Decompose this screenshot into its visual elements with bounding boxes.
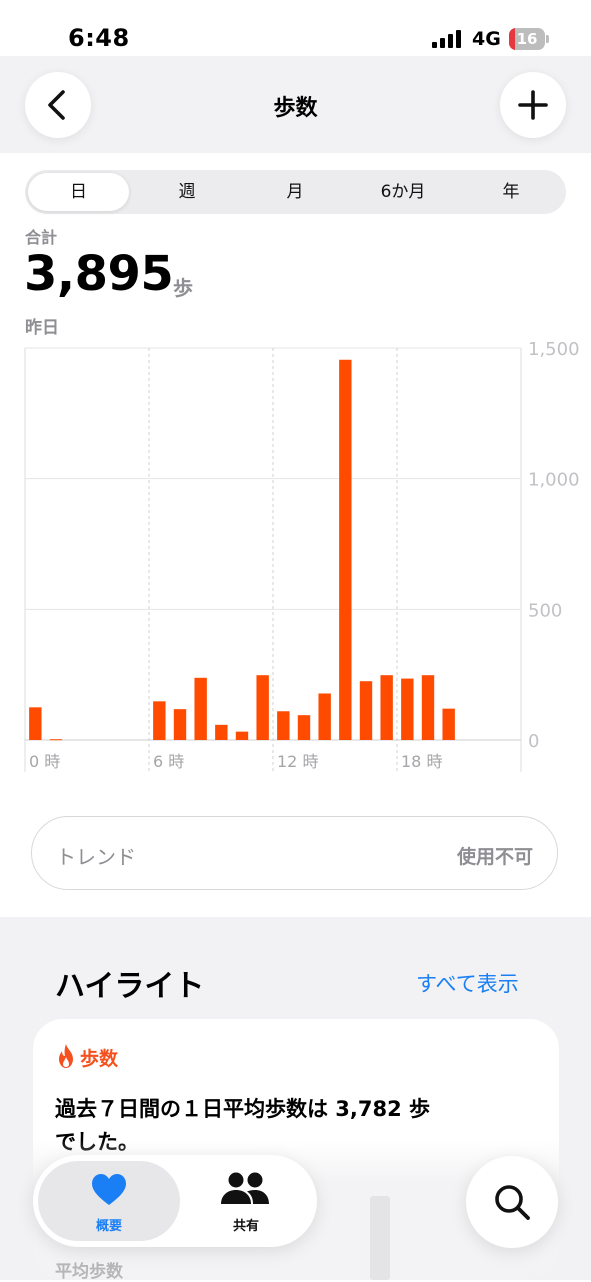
time-range-segmented-control: 日 週 月 6か月 年 (25, 170, 566, 214)
chart-bar[interactable] (339, 359, 352, 740)
highlight-mini-bar (370, 1196, 390, 1280)
y-tick-label: 1,000 (528, 470, 580, 491)
chart-bar[interactable] (277, 711, 290, 740)
chart-bar[interactable] (442, 708, 455, 740)
tab-overview-label: 概要 (95, 1219, 122, 1234)
chart-bar[interactable] (153, 701, 166, 740)
chart-bar[interactable] (235, 731, 249, 740)
flame-icon (59, 1044, 73, 1068)
chart-bar[interactable] (49, 739, 63, 741)
status-time: 6:48 (68, 24, 130, 52)
network-type: 4G (472, 28, 501, 50)
tab-overview[interactable]: 概要 (38, 1161, 180, 1241)
x-tick-label: 6 時 (153, 752, 184, 771)
total-label: 合計 (25, 228, 58, 247)
highlight-footer-label: 平均歩数 (55, 1262, 123, 1282)
add-data-button[interactable] (500, 72, 566, 138)
total-steps-value: 3,895 (24, 246, 174, 302)
chart-bar[interactable] (401, 678, 414, 740)
chart-bar[interactable] (256, 675, 269, 740)
highlights-title: ハイライト (55, 969, 205, 1004)
search-icon (495, 1185, 530, 1220)
trend-row[interactable]: トレンド 使用不可 (31, 816, 558, 890)
tab-bar: 概要 共有 (33, 1155, 317, 1247)
chart-bar[interactable] (318, 693, 331, 740)
people-icon (221, 1172, 269, 1204)
trend-label: トレンド (56, 845, 136, 869)
x-tick-label: 0 時 (29, 752, 60, 771)
segment-day[interactable]: 日 (28, 170, 129, 214)
y-tick-label: 1,500 (528, 339, 580, 360)
plus-icon (518, 90, 548, 120)
steps-unit: 歩 (173, 276, 193, 300)
segment-week[interactable]: 週 (133, 170, 241, 214)
chart-bar[interactable] (173, 709, 187, 740)
chart-bar[interactable] (194, 677, 207, 740)
highlight-text-line1: 過去７日間の１日平均歩数は 3,782 歩 (55, 1097, 431, 1121)
tab-sharing-label: 共有 (232, 1219, 259, 1234)
trend-status: 使用不可 (456, 846, 533, 868)
chart-bar[interactable] (359, 681, 373, 740)
x-tick-label: 12 時 (277, 752, 318, 771)
segment-six-months[interactable]: 6か月 (349, 170, 457, 214)
steps-bar-chart[interactable]: 0 500 1,000 1,500 0 時 6 時 12 時 18 時 (0, 335, 591, 775)
search-button[interactable] (466, 1156, 558, 1248)
battery-level: 16 (516, 30, 538, 48)
chart-bar[interactable] (421, 675, 435, 740)
chart-bar[interactable] (297, 715, 311, 740)
highlight-category: 歩数 (80, 1048, 119, 1070)
segment-year[interactable]: 年 (457, 170, 565, 214)
chart-bar[interactable] (215, 724, 228, 740)
chart-bar[interactable] (380, 675, 393, 740)
show-all-link[interactable]: すべて表示 (416, 968, 519, 998)
x-tick-label: 18 時 (401, 752, 442, 771)
cellular-signal-icon (432, 30, 461, 48)
segment-month[interactable]: 月 (241, 170, 349, 214)
tab-sharing[interactable]: 共有 (180, 1161, 312, 1241)
heart-icon (92, 1174, 126, 1205)
chart-bar[interactable] (29, 707, 42, 740)
battery-icon: 16 (509, 28, 549, 50)
y-tick-label: 0 (528, 731, 539, 752)
y-tick-label: 500 (528, 600, 562, 621)
